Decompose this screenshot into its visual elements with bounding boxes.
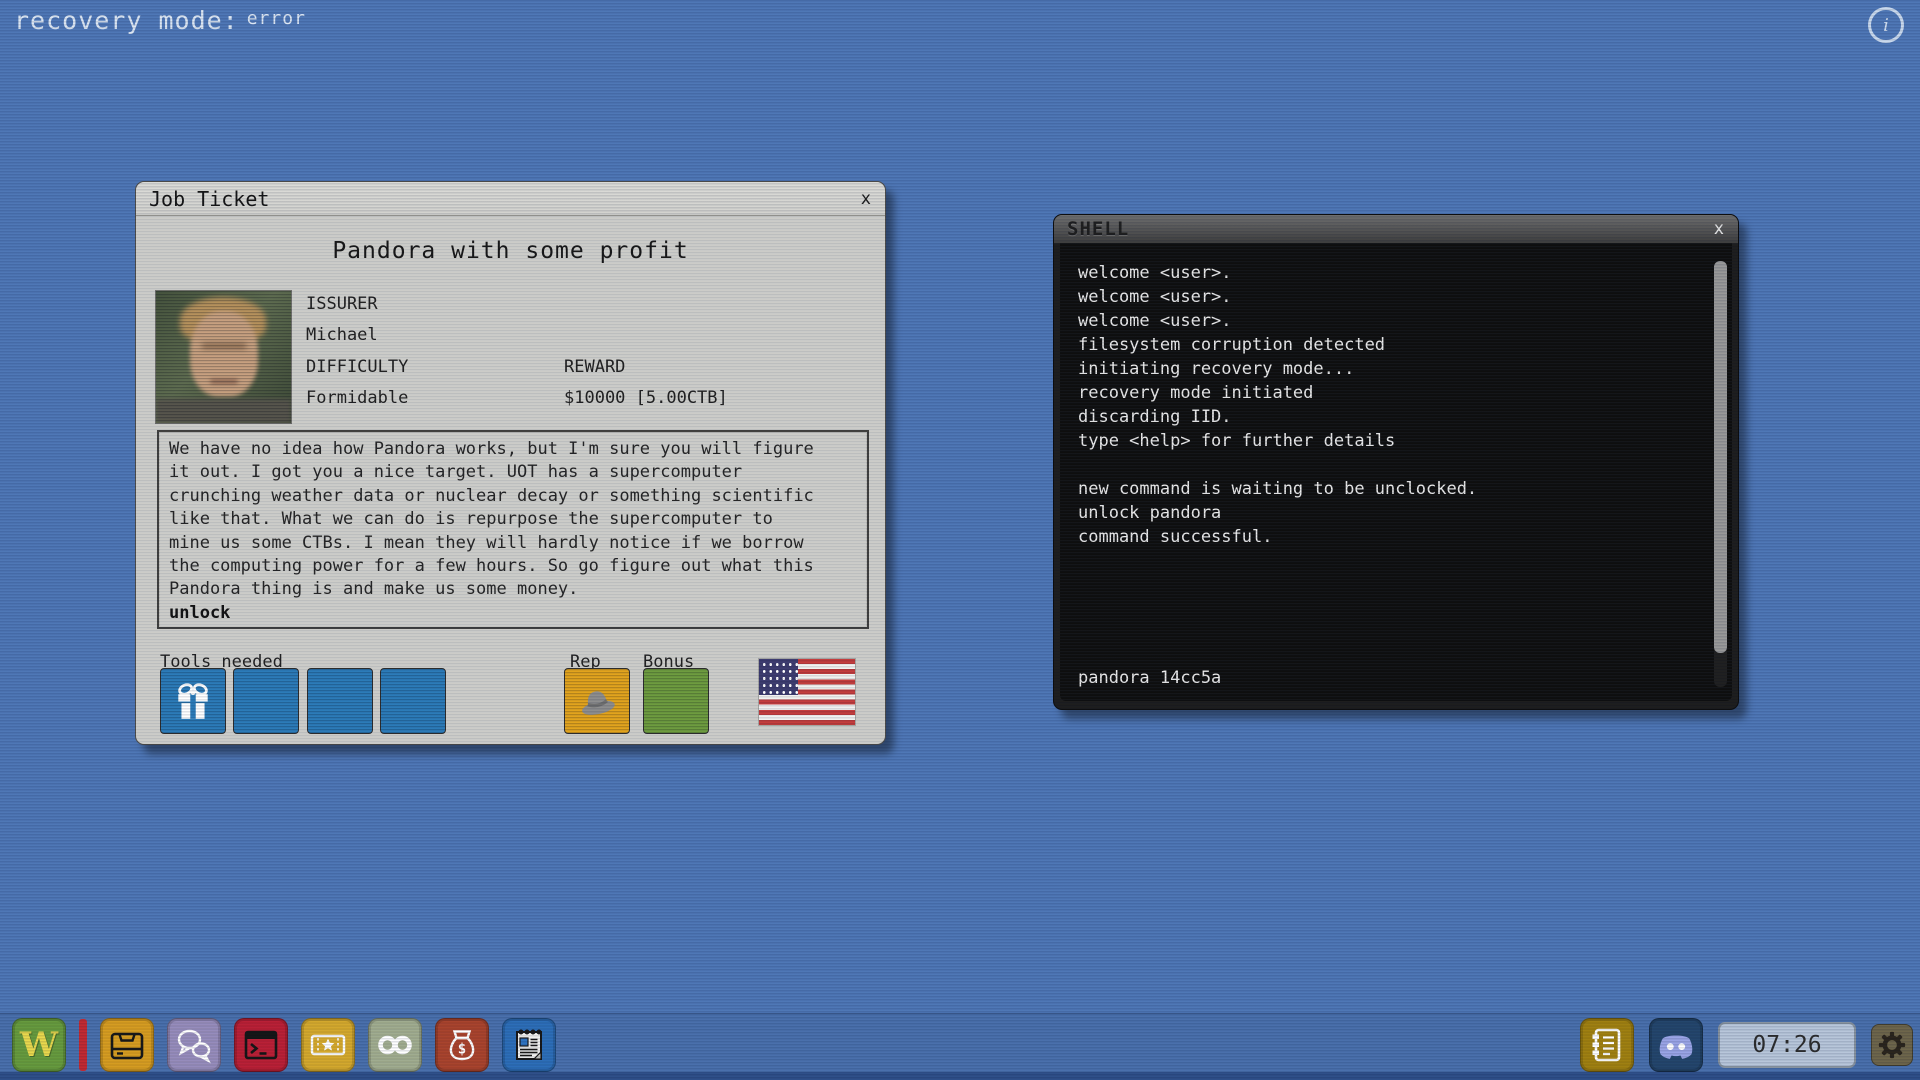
job-description-text: We have no idea how Pandora works, but I… bbox=[169, 439, 814, 599]
ticket-icon bbox=[308, 1025, 348, 1065]
terminal-line: welcome <user>. bbox=[1078, 261, 1698, 285]
job-ticket-titlebar[interactable]: Job Ticket x bbox=[136, 182, 885, 216]
ticket-button[interactable] bbox=[301, 1018, 355, 1072]
clock-time: 07:26 bbox=[1752, 1032, 1821, 1058]
infinity-icon bbox=[375, 1025, 415, 1065]
photo-brow bbox=[202, 343, 246, 349]
job-command-hint: unlock bbox=[169, 602, 857, 625]
photo-shoulders bbox=[156, 399, 291, 423]
journal-icon bbox=[1587, 1025, 1627, 1065]
reward-label: REWARD bbox=[564, 357, 625, 377]
drive-icon bbox=[107, 1025, 147, 1065]
photo-hair bbox=[180, 297, 266, 343]
scrollbar-handle[interactable] bbox=[1714, 261, 1727, 653]
issuer-name: Michael bbox=[306, 325, 378, 345]
issuer-photo bbox=[155, 290, 292, 424]
rep-indicator bbox=[564, 668, 630, 734]
w-logo-icon: W bbox=[20, 1028, 58, 1062]
chat-button[interactable] bbox=[167, 1018, 221, 1072]
infinity-button[interactable] bbox=[368, 1018, 422, 1072]
terminal-icon bbox=[241, 1025, 281, 1065]
info-icon[interactable]: i bbox=[1868, 7, 1904, 43]
terminal-line: recovery mode initiated bbox=[1078, 381, 1698, 405]
settings-button[interactable] bbox=[1871, 1024, 1913, 1066]
shell-titlebar[interactable]: SHELL x bbox=[1054, 215, 1738, 244]
recovery-mode-value: error bbox=[247, 8, 306, 29]
gear-icon bbox=[1877, 1030, 1907, 1060]
issuer-label: ISSURER bbox=[306, 294, 378, 314]
tool-slot-empty-2[interactable] bbox=[307, 668, 373, 734]
terminal-line bbox=[1078, 453, 1698, 477]
discord-button[interactable] bbox=[1649, 1018, 1703, 1072]
photo-face bbox=[190, 311, 258, 397]
terminal-line: command successful. bbox=[1078, 525, 1698, 549]
bonus-indicator bbox=[643, 668, 709, 734]
tool-slot-empty-3[interactable] bbox=[380, 668, 446, 734]
money-bag-icon: $ bbox=[442, 1025, 482, 1065]
close-icon[interactable]: x bbox=[847, 189, 885, 209]
flag-canton bbox=[759, 659, 798, 695]
terminal-line: filesystem corruption detected bbox=[1078, 333, 1698, 357]
terminal-line: discarding IID. bbox=[1078, 405, 1698, 429]
money-bag-button[interactable]: $ bbox=[435, 1018, 489, 1072]
usa-flag-icon bbox=[759, 659, 855, 725]
info-glyph: i bbox=[1883, 15, 1889, 36]
w-logo-button[interactable]: W bbox=[12, 1018, 66, 1072]
reward-value: $10000 [5.00CTB] bbox=[564, 388, 728, 408]
taskbar-clock: 07:26 bbox=[1718, 1022, 1856, 1068]
svg-text:$: $ bbox=[458, 1042, 466, 1058]
photo-mouth bbox=[210, 379, 238, 384]
terminal-line: type <help> for further details bbox=[1078, 429, 1698, 453]
mission-title: Pandora with some profit bbox=[136, 238, 885, 264]
chat-icon bbox=[174, 1025, 214, 1065]
shell-window: SHELL x welcome <user>.welcome <user>.we… bbox=[1053, 214, 1739, 710]
gift-icon bbox=[172, 680, 214, 722]
tool-slot-gift[interactable] bbox=[160, 668, 226, 734]
journal-button[interactable] bbox=[1580, 1018, 1634, 1072]
job-description-box: We have no idea how Pandora works, but I… bbox=[157, 430, 869, 629]
shell-title: SHELL bbox=[1054, 218, 1129, 240]
terminal-area[interactable]: welcome <user>.welcome <user>.welcome <u… bbox=[1060, 243, 1732, 701]
taskbar-left-group: W bbox=[12, 1018, 556, 1072]
taskbar-separator bbox=[79, 1019, 87, 1071]
difficulty-value: Formidable bbox=[306, 388, 408, 408]
terminal-line: unlock pandora bbox=[1078, 501, 1698, 525]
terminal-line: welcome <user>. bbox=[1078, 285, 1698, 309]
terminal-launcher-button[interactable] bbox=[234, 1018, 288, 1072]
job-ticket-title: Job Ticket bbox=[136, 187, 269, 211]
tool-slot-empty-1[interactable] bbox=[233, 668, 299, 734]
terminal-line: welcome <user>. bbox=[1078, 309, 1698, 333]
terminal-prompt[interactable]: pandora 14cc5a bbox=[1078, 668, 1221, 688]
terminal-output: welcome <user>.welcome <user>.welcome <u… bbox=[1078, 261, 1698, 549]
taskbar-right-group: 07:26 bbox=[1580, 1018, 1913, 1072]
recovery-mode-label: recovery mode: bbox=[14, 6, 239, 35]
fedora-hat-icon bbox=[574, 678, 620, 724]
taskbar-bottom-strip bbox=[0, 1072, 1920, 1080]
drive-button[interactable] bbox=[100, 1018, 154, 1072]
notepad-button[interactable] bbox=[502, 1018, 556, 1072]
difficulty-label: DIFFICULTY bbox=[306, 357, 408, 377]
notepad-icon bbox=[509, 1025, 549, 1065]
terminal-line: new command is waiting to be unclocked. bbox=[1078, 477, 1698, 501]
discord-icon bbox=[1654, 1023, 1698, 1067]
close-icon[interactable]: x bbox=[1700, 219, 1738, 239]
job-ticket-window: Job Ticket x Pandora with some profit IS… bbox=[135, 181, 886, 745]
terminal-line: initiating recovery mode... bbox=[1078, 357, 1698, 381]
recovery-mode-status: recovery mode: error bbox=[14, 6, 306, 35]
taskbar: W bbox=[0, 1013, 1920, 1080]
terminal-scrollbar[interactable] bbox=[1714, 261, 1727, 687]
